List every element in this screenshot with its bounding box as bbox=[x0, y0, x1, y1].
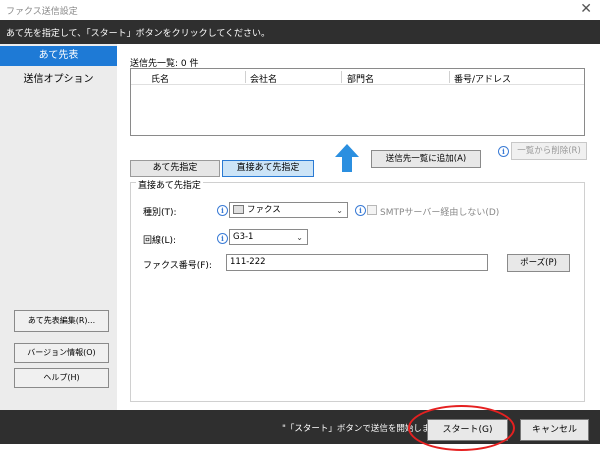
arrow-up-icon bbox=[335, 144, 359, 172]
list-header: 氏名 会社名 部門名 番号/アドレス bbox=[131, 69, 584, 85]
info-icon[interactable]: i bbox=[498, 146, 509, 157]
column-name[interactable]: 氏名 bbox=[151, 72, 169, 85]
help-button[interactable]: ヘルプ(H) bbox=[14, 368, 109, 388]
remove-from-list-button[interactable]: 一覧から削除(R) bbox=[511, 142, 587, 160]
instruction-bar: あて先を指定して、「スタート」ボタンをクリックしてください。 bbox=[0, 20, 600, 44]
bottom-strip bbox=[0, 444, 600, 454]
line-select-value: G3-1 bbox=[233, 232, 254, 242]
type-label: 種別(T): bbox=[143, 208, 177, 218]
tab-address-specify[interactable]: あて先指定 bbox=[130, 160, 220, 177]
info-icon[interactable]: i bbox=[217, 233, 228, 244]
chevron-down-icon: ⌄ bbox=[296, 233, 303, 242]
window-title: ファクス送信設定 bbox=[6, 7, 78, 17]
line-label: 回線(L): bbox=[143, 236, 177, 246]
group-title: 直接あて先指定 bbox=[136, 178, 203, 191]
sidebar: あて先表 送信オプション あて先表編集(R)... バージョン情報(O) ヘルプ… bbox=[0, 44, 117, 410]
column-divider bbox=[245, 71, 246, 83]
smtp-bypass-checkbox[interactable] bbox=[367, 205, 377, 215]
pause-button[interactable]: ポーズ(P) bbox=[507, 254, 570, 272]
close-icon[interactable]: ✕ bbox=[580, 1, 592, 17]
info-icon[interactable]: i bbox=[217, 205, 228, 216]
title-bar: ファクス送信設定 ✕ bbox=[0, 0, 600, 20]
sidebar-item-address-table[interactable]: あて先表 bbox=[0, 46, 117, 66]
column-divider bbox=[449, 71, 450, 83]
version-info-button[interactable]: バージョン情報(O) bbox=[14, 343, 109, 363]
tab-direct-address[interactable]: 直接あて先指定 bbox=[222, 160, 314, 177]
type-select-value: ファクス bbox=[247, 205, 281, 215]
type-select[interactable]: ファクス ⌄ bbox=[229, 202, 348, 218]
fax-number-input[interactable]: 111-222 bbox=[226, 254, 488, 271]
recipient-list[interactable]: 氏名 会社名 部門名 番号/アドレス bbox=[130, 68, 585, 136]
line-select[interactable]: G3-1 ⌄ bbox=[229, 229, 308, 245]
highlight-annotation bbox=[408, 405, 515, 451]
sidebar-item-send-options[interactable]: 送信オプション bbox=[0, 70, 117, 90]
chevron-down-icon: ⌄ bbox=[336, 206, 343, 215]
column-department[interactable]: 部門名 bbox=[347, 72, 374, 85]
smtp-bypass-label: SMTPサーバー経由しない(D) bbox=[380, 208, 500, 218]
column-company[interactable]: 会社名 bbox=[250, 72, 277, 85]
info-icon[interactable]: i bbox=[355, 205, 366, 216]
fax-number-label: ファクス番号(F): bbox=[143, 261, 212, 271]
address-book-edit-button[interactable]: あて先表編集(R)... bbox=[14, 310, 109, 332]
column-divider bbox=[341, 71, 342, 83]
fax-icon bbox=[233, 205, 244, 214]
add-to-list-button[interactable]: 送信先一覧に追加(A) bbox=[371, 150, 481, 168]
cancel-button[interactable]: キャンセル bbox=[520, 419, 589, 441]
column-number-address[interactable]: 番号/アドレス bbox=[454, 72, 511, 85]
